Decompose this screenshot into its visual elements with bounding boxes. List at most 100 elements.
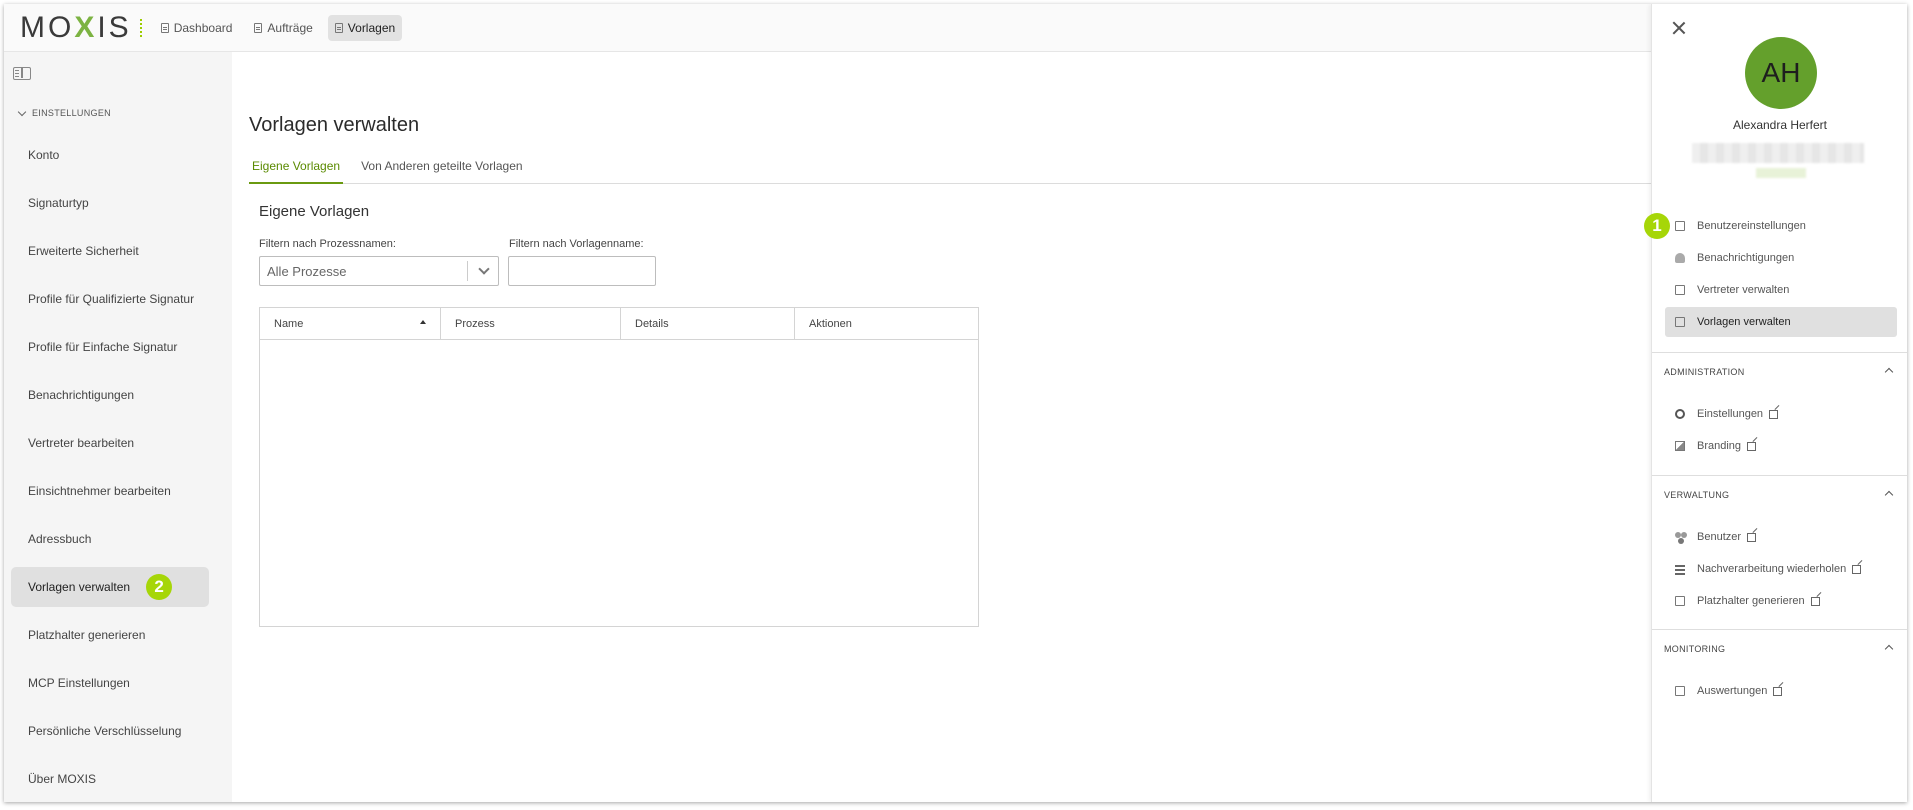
- sidebar-item-label: Vertreter bearbeiten: [28, 436, 135, 450]
- chevron-up-icon[interactable]: [1884, 490, 1894, 500]
- logo-divider: [139, 18, 142, 37]
- sidebar-item-label: Signaturtyp: [28, 196, 89, 210]
- section-title: Eigene Vorlagen: [259, 203, 370, 220]
- sidebar-item-edit-representatives[interactable]: Vertreter bearbeiten: [11, 423, 209, 463]
- chevron-down-icon[interactable]: [478, 263, 490, 275]
- table-header: Name Prozess Details Aktionen: [260, 308, 978, 340]
- panel-section-monitoring[interactable]: MONITORING: [1664, 644, 1896, 654]
- sidebar-item-signature-type[interactable]: Signaturtyp: [11, 183, 209, 223]
- sidebar-toggle-icon[interactable]: [13, 67, 31, 80]
- panel-divider: [1652, 475, 1907, 476]
- panel-item-label: Branding: [1697, 440, 1742, 452]
- id-card-icon: [1675, 596, 1685, 606]
- sidebar-item-label: Einsichtnehmer bearbeiten: [28, 484, 171, 498]
- tab-own-templates[interactable]: Eigene Vorlagen: [249, 157, 344, 184]
- panel-item-settings[interactable]: Einstellungen: [1665, 399, 1897, 429]
- sidebar-item-label: Konto: [28, 148, 60, 162]
- user-panel: AH Alexandra Herfert 1 Benutzereinstellu…: [1644, 4, 1907, 802]
- process-filter-select[interactable]: Alle Prozesse: [259, 256, 499, 286]
- sidebar-item-address-book[interactable]: Adressbuch: [11, 519, 209, 559]
- chevron-up-icon[interactable]: [1884, 367, 1894, 377]
- sidebar-item-label: MCP Einstellungen: [28, 676, 130, 690]
- sidebar-item-advanced-security[interactable]: Erweiterte Sicherheit: [11, 231, 209, 271]
- external-link-icon: [1810, 596, 1820, 606]
- panel-item-branding[interactable]: Branding: [1665, 431, 1897, 461]
- sidebar-item-about[interactable]: Über MOXIS: [11, 759, 209, 799]
- column-header-name[interactable]: Name: [260, 308, 441, 339]
- sidebar-item-label: Vorlagen verwalten: [28, 580, 131, 594]
- sidebar-item-notifications[interactable]: Benachrichtigungen: [11, 375, 209, 415]
- gear-icon: [1675, 409, 1685, 419]
- user-name: Alexandra Herfert: [1732, 118, 1828, 132]
- sidebar-item-label: Benachrichtigungen: [28, 388, 135, 402]
- external-link-icon: [1773, 686, 1783, 696]
- column-header-details[interactable]: Details: [621, 308, 795, 339]
- column-label: Name: [274, 317, 304, 330]
- users-gear-icon: [1675, 532, 1681, 538]
- panel-item-notifications[interactable]: Benachrichtigungen: [1665, 243, 1897, 273]
- panel-item-label: Platzhalter generieren: [1697, 595, 1805, 607]
- user-card-icon: [1675, 221, 1685, 231]
- sidebar-section-settings[interactable]: EINSTELLUNGEN: [17, 107, 111, 118]
- panel-section-verwaltung[interactable]: VERWALTUNG: [1664, 490, 1896, 500]
- nav-tab-label: Vorlagen: [347, 20, 396, 35]
- template-name-filter-input[interactable]: [508, 256, 656, 286]
- select-divider: [467, 261, 468, 281]
- sidebar-item-simple-signature-profiles[interactable]: Profile für Einfache Signatur: [11, 327, 209, 367]
- step-badge: 1: [1644, 213, 1670, 239]
- external-link-icon: [1747, 532, 1757, 542]
- nav-tab-templates[interactable]: Vorlagen: [327, 14, 403, 41]
- nav-tab-label: Dashboard: [173, 20, 233, 35]
- templates-table: Name Prozess Details Aktionen: [259, 307, 979, 627]
- column-label: Aktionen: [809, 317, 852, 330]
- logo-text-pre: MO: [20, 10, 75, 44]
- redacted-email: [1692, 143, 1864, 163]
- sidebar-item-label: Profile für Qualifizierte Signatur: [28, 292, 195, 306]
- process-filter-value: Alle Prozesse: [267, 263, 347, 279]
- page-title: Vorlagen verwalten: [249, 114, 420, 136]
- bell-icon: [1675, 253, 1685, 263]
- sidebar-item-manage-templates[interactable]: Vorlagen verwalten 2: [11, 567, 209, 607]
- moxis-logo[interactable]: MO X IS: [20, 11, 132, 45]
- list-icon: [1675, 565, 1685, 567]
- sidebar-item-qualified-signature-profiles[interactable]: Profile für Qualifizierte Signatur: [11, 279, 209, 319]
- sidebar-item-account[interactable]: Konto: [11, 135, 209, 175]
- sidebar-item-label: Platzhalter generieren: [28, 628, 146, 642]
- sidebar-item-personal-encryption[interactable]: Persönliche Verschlüsselung: [11, 711, 209, 751]
- panel-item-reprocess[interactable]: Nachverarbeitung wiederholen: [1665, 554, 1897, 584]
- column-header-process[interactable]: Prozess: [441, 308, 621, 339]
- panel-item-users[interactable]: Benutzer: [1665, 522, 1897, 552]
- nav-tab-orders[interactable]: Aufträge: [247, 15, 319, 41]
- filter-process-label: Filtern nach Prozessnamen:: [259, 238, 396, 250]
- sidebar-item-label: Adressbuch: [28, 532, 92, 546]
- tab-shared-templates[interactable]: Von Anderen geteilte Vorlagen: [358, 157, 525, 184]
- close-icon[interactable]: [1672, 21, 1686, 35]
- panel-section-label: VERWALTUNG: [1664, 490, 1730, 500]
- panel-item-label: Auswertungen: [1697, 685, 1768, 697]
- sidebar-item-edit-viewers[interactable]: Einsichtnehmer bearbeiten: [11, 471, 209, 511]
- sidebar-section-label: EINSTELLUNGEN: [32, 108, 111, 118]
- panel-item-label: Vorlagen verwalten: [1697, 316, 1791, 328]
- panel-item-label: Benutzereinstellungen: [1697, 220, 1806, 232]
- report-icon: [1675, 686, 1685, 696]
- sidebar-item-generate-placeholders[interactable]: Platzhalter generieren: [11, 615, 209, 655]
- document-icon: [160, 22, 169, 33]
- column-label: Prozess: [455, 317, 495, 330]
- sidebar-item-mcp-settings[interactable]: MCP Einstellungen: [11, 663, 209, 703]
- sidebar-item-label: Profile für Einfache Signatur: [28, 340, 178, 354]
- panel-item-manage-representatives[interactable]: Vertreter verwalten: [1665, 275, 1897, 305]
- image-icon: [1675, 441, 1685, 451]
- panel-item-generate-placeholders[interactable]: Platzhalter generieren: [1665, 586, 1897, 616]
- sort-ascending-icon[interactable]: [420, 320, 426, 324]
- sidebar-item-label: Persönliche Verschlüsselung: [28, 724, 182, 738]
- column-header-actions: Aktionen: [795, 308, 978, 339]
- panel-section-administration[interactable]: ADMINISTRATION: [1664, 367, 1896, 377]
- panel-item-reports[interactable]: Auswertungen: [1665, 676, 1897, 706]
- panel-item-user-settings[interactable]: 1 Benutzereinstellungen: [1644, 211, 1897, 241]
- step-badge: 2: [146, 574, 173, 600]
- nav-tab-dashboard[interactable]: Dashboard: [154, 15, 240, 41]
- chevron-up-icon[interactable]: [1884, 644, 1894, 654]
- panel-item-manage-templates[interactable]: Vorlagen verwalten: [1665, 307, 1897, 337]
- avatar: AH: [1745, 37, 1817, 109]
- redacted-detail: [1756, 168, 1806, 178]
